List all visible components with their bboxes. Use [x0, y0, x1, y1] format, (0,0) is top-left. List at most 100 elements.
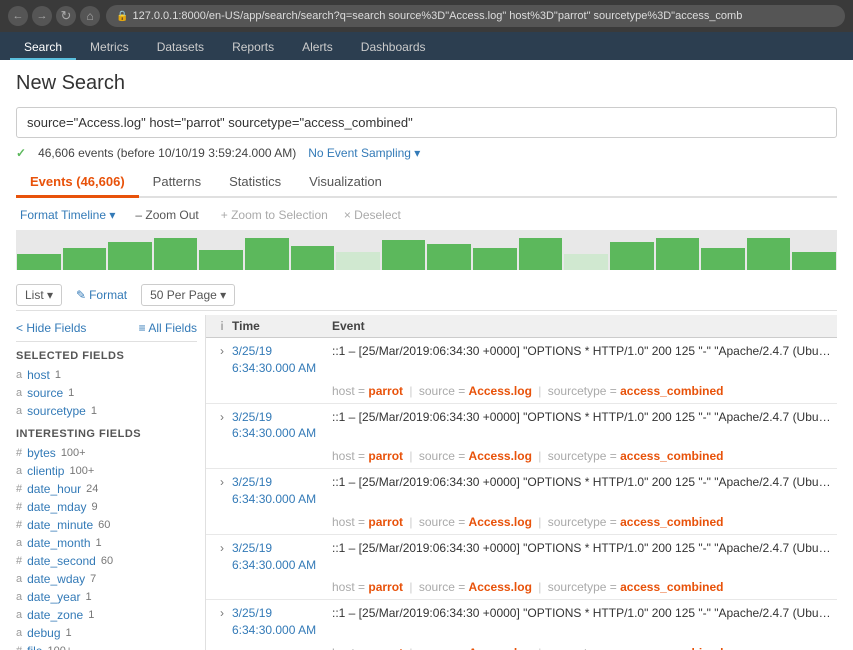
results-layout: < Hide Fields ≡ All Fields SELECTED FIEL… [16, 315, 837, 650]
meta-sourcetype-value[interactable]: access_combined [620, 580, 723, 594]
field-source[interactable]: a source 1 [16, 384, 197, 402]
field-date-wday[interactable]: a date_wday 7 [16, 570, 197, 588]
tab-statistics[interactable]: Statistics [215, 168, 295, 198]
field-count-bytes: 100+ [61, 447, 86, 459]
meta-host-value[interactable]: parrot [368, 384, 403, 398]
event-time[interactable]: 3/25/196:34:30.000 AM [232, 540, 332, 574]
main-content: New Search ✓ 46,606 events (before 10/10… [0, 60, 853, 650]
back-button[interactable]: ← [8, 6, 28, 26]
nav-tab-metrics[interactable]: Metrics [76, 36, 143, 60]
meta-source-value[interactable]: Access.log [469, 384, 532, 398]
check-icon: ✓ [16, 146, 26, 160]
meta-source-value[interactable]: Access.log [469, 646, 532, 650]
nav-tab-reports[interactable]: Reports [218, 36, 288, 60]
event-row-main: › 3/25/196:34:30.000 AM ::1 – [25/Mar/20… [206, 404, 837, 448]
field-name-date-minute: date_minute [27, 518, 93, 532]
timeline-bar-10 [427, 244, 471, 270]
expand-row-button[interactable]: › [212, 409, 232, 424]
tab-events[interactable]: Events (46,606) [16, 168, 139, 198]
event-row-main: › 3/25/196:34:30.000 AM ::1 – [25/Mar/20… [206, 469, 837, 513]
expand-row-button[interactable]: › [212, 343, 232, 358]
meta-host-value[interactable]: parrot [368, 580, 403, 594]
field-bytes[interactable]: # bytes 100+ [16, 444, 197, 462]
field-count-date-minute: 60 [98, 519, 110, 531]
refresh-button[interactable]: ↻ [56, 6, 76, 26]
all-fields-button[interactable]: ≡ All Fields [139, 321, 197, 335]
col-header-event: Event [332, 319, 831, 333]
event-time[interactable]: 3/25/196:34:30.000 AM [232, 605, 332, 639]
format-button[interactable]: ✎ Format [70, 285, 133, 305]
field-name-file: file [27, 644, 42, 650]
field-date-month[interactable]: a date_month 1 [16, 534, 197, 552]
meta-sourcetype-label: sourcetype = [548, 384, 620, 398]
page-title: New Search [16, 72, 837, 95]
field-clientip[interactable]: a clientip 100+ [16, 462, 197, 480]
meta-host-value[interactable]: parrot [368, 515, 403, 529]
hide-fields-button[interactable]: < Hide Fields [16, 321, 86, 335]
meta-host-value[interactable]: parrot [368, 646, 403, 650]
zoom-out-button[interactable]: – Zoom Out [129, 206, 204, 224]
address-bar[interactable]: 🔒 127.0.0.1:8000/en-US/app/search/search… [106, 5, 845, 27]
search-input[interactable] [16, 107, 837, 138]
event-time[interactable]: 3/25/196:34:30.000 AM [232, 474, 332, 508]
meta-host-value[interactable]: parrot [368, 449, 403, 463]
timeline-bar-6 [245, 238, 289, 270]
lock-icon: 🔒 [116, 11, 128, 22]
deselect-label: × Deselect [344, 208, 401, 222]
meta-sourcetype-value[interactable]: access_combined [620, 646, 723, 650]
event-time[interactable]: 3/25/196:34:30.000 AM [232, 343, 332, 377]
field-debug[interactable]: a debug 1 [16, 624, 197, 642]
meta-sourcetype-value[interactable]: access_combined [620, 384, 723, 398]
field-count-date-hour: 24 [86, 483, 98, 495]
field-date-minute[interactable]: # date_minute 60 [16, 516, 197, 534]
field-sourcetype[interactable]: a sourcetype 1 [16, 402, 197, 420]
event-text: ::1 – [25/Mar/2019:06:34:30 +0000] "OPTI… [332, 409, 831, 426]
field-type-date-zone: a [16, 609, 22, 621]
no-sampling-dropdown[interactable]: No Event Sampling ▾ [308, 146, 420, 160]
field-name-date-mday: date_mday [27, 500, 86, 514]
timeline-bar-11 [473, 248, 517, 270]
meta-source-value[interactable]: Access.log [469, 515, 532, 529]
expand-row-button[interactable]: › [212, 540, 232, 555]
forward-button[interactable]: → [32, 6, 52, 26]
tab-visualization[interactable]: Visualization [295, 168, 396, 198]
field-type-date-hour: # [16, 483, 22, 495]
nav-tab-alerts[interactable]: Alerts [288, 36, 347, 60]
zoom-selection-label: + Zoom to Selection [215, 206, 334, 224]
meta-sourcetype-value[interactable]: access_combined [620, 449, 723, 463]
interesting-fields-title: INTERESTING FIELDS [16, 428, 197, 440]
meta-source-value[interactable]: Access.log [469, 449, 532, 463]
field-type-debug: a [16, 627, 22, 639]
field-date-mday[interactable]: # date_mday 9 [16, 498, 197, 516]
field-type-date-mday: # [16, 501, 22, 513]
field-host[interactable]: a host 1 [16, 366, 197, 384]
tab-patterns[interactable]: Patterns [139, 168, 215, 198]
nav-tab-datasets[interactable]: Datasets [143, 36, 218, 60]
field-date-zone[interactable]: a date_zone 1 [16, 606, 197, 624]
timeline-bar-7 [291, 246, 335, 270]
meta-source-value[interactable]: Access.log [469, 580, 532, 594]
field-date-second[interactable]: # date_second 60 [16, 552, 197, 570]
timeline-chart[interactable] [16, 230, 837, 270]
nav-tabs: Search Metrics Datasets Reports Alerts D… [0, 32, 853, 60]
sidebar-header: < Hide Fields ≡ All Fields [16, 315, 197, 342]
timeline-controls: Format Timeline ▾ – Zoom Out + Zoom to S… [16, 206, 837, 224]
format-timeline-button[interactable]: Format Timeline ▾ [16, 206, 119, 224]
field-type-date-month: a [16, 537, 22, 549]
home-button[interactable]: ⌂ [80, 6, 100, 26]
field-file[interactable]: # file 100+ [16, 642, 197, 650]
table-row: › 3/25/196:34:30.000 AM ::1 – [25/Mar/20… [206, 338, 837, 404]
field-type-date-minute: # [16, 519, 22, 531]
field-date-hour[interactable]: # date_hour 24 [16, 480, 197, 498]
expand-row-button[interactable]: › [212, 474, 232, 489]
nav-tab-search[interactable]: Search [10, 36, 76, 60]
meta-sourcetype-value[interactable]: access_combined [620, 515, 723, 529]
expand-row-button[interactable]: › [212, 605, 232, 620]
list-view-button[interactable]: List ▾ [16, 284, 62, 306]
event-time[interactable]: 3/25/196:34:30.000 AM [232, 409, 332, 443]
field-date-year[interactable]: a date_year 1 [16, 588, 197, 606]
field-type-date-second: # [16, 555, 22, 567]
nav-tab-dashboards[interactable]: Dashboards [347, 36, 440, 60]
field-name-date-month: date_month [27, 536, 90, 550]
per-page-button[interactable]: 50 Per Page ▾ [141, 284, 235, 306]
